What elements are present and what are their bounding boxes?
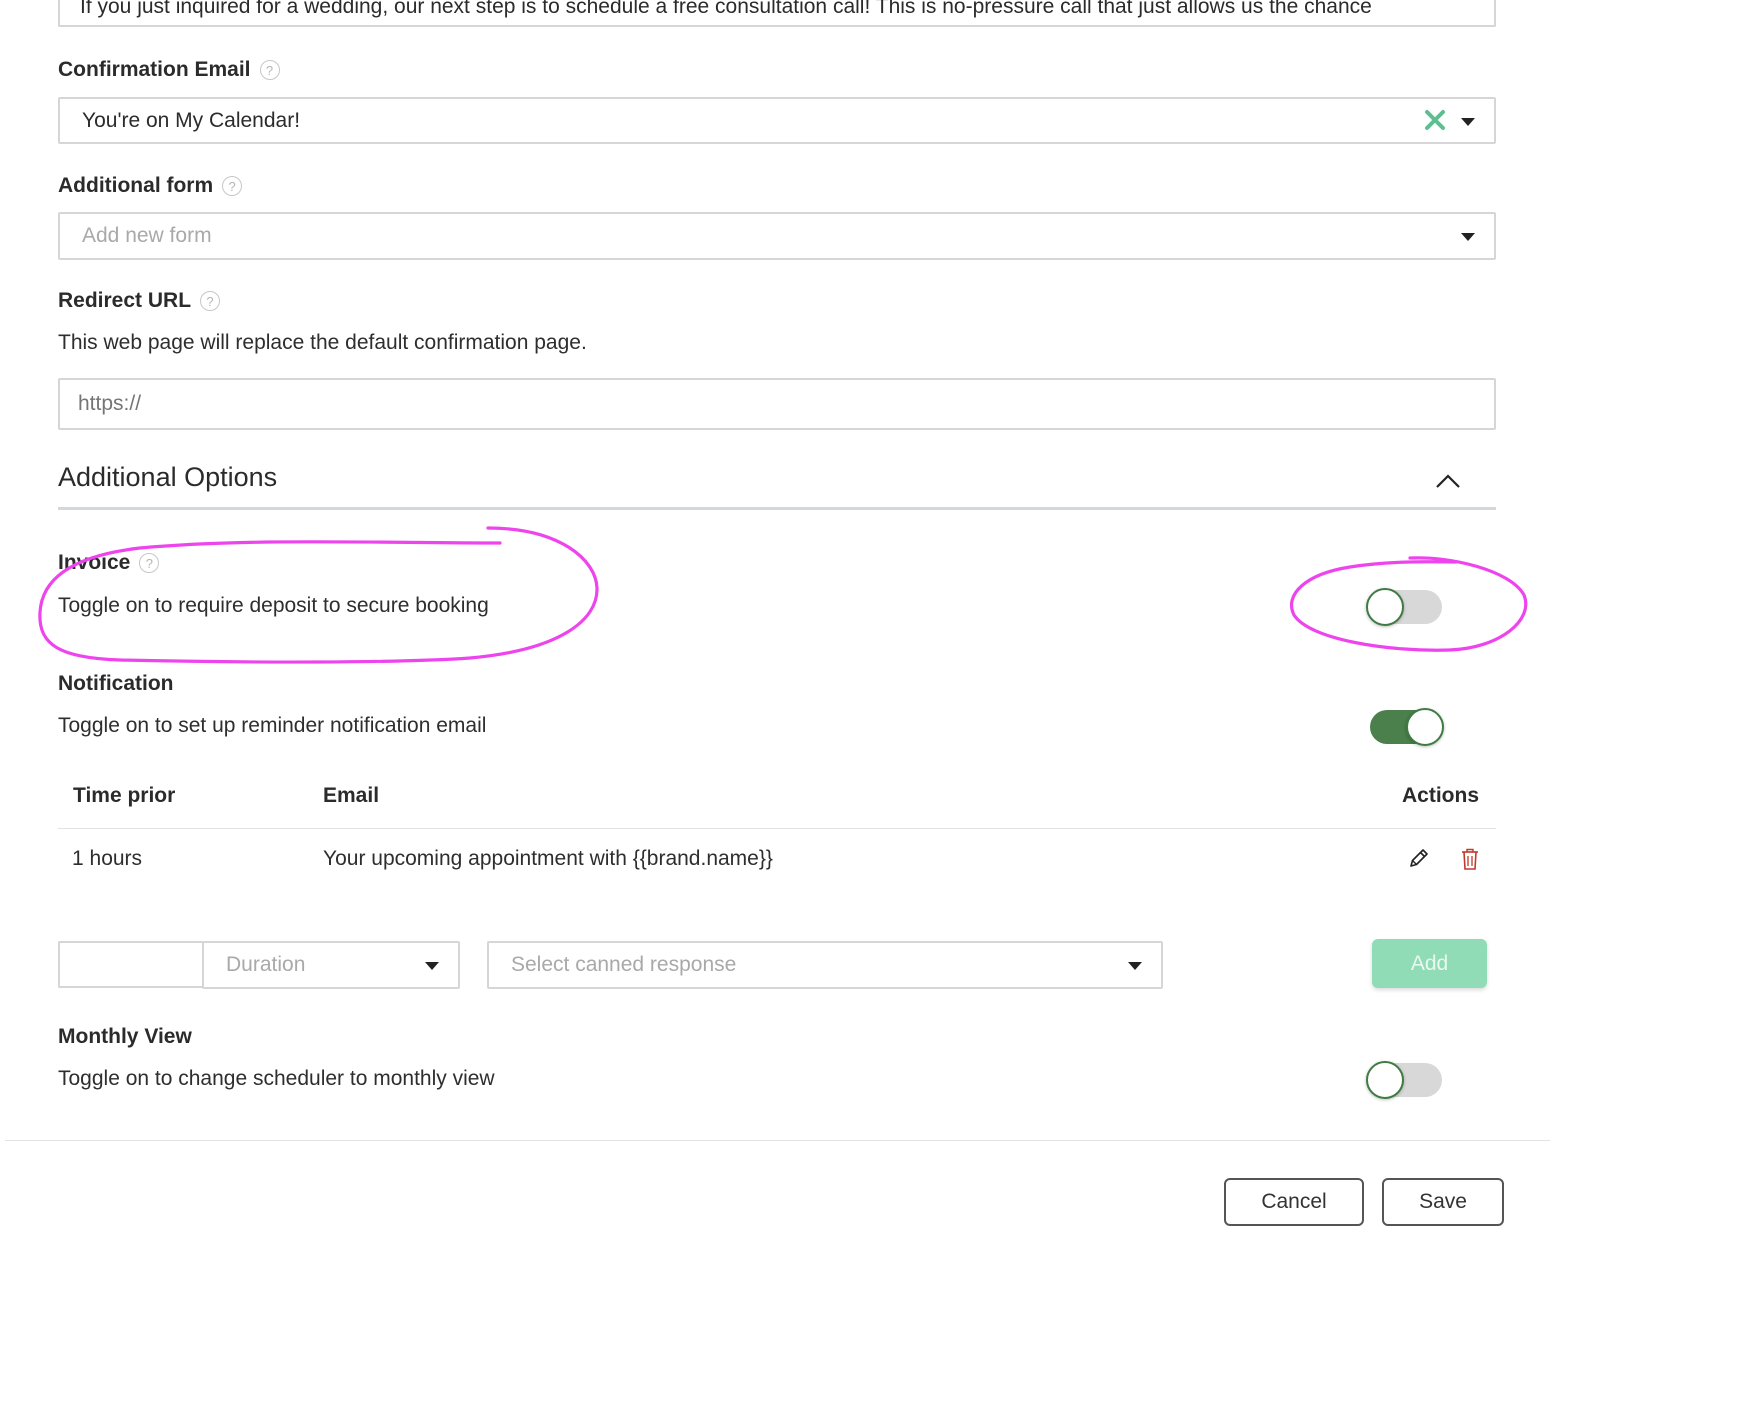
notification-description: Toggle on to set up reminder notificatio…: [58, 714, 487, 737]
help-icon[interactable]: ?: [200, 291, 221, 311]
chevron-down-icon[interactable]: [1461, 233, 1475, 241]
chevron-down-icon[interactable]: [1128, 962, 1142, 970]
column-header-actions: Actions: [1402, 784, 1480, 807]
chevron-down-icon[interactable]: [1461, 118, 1475, 126]
additional-form-label: Additional form ?: [58, 174, 243, 198]
confirmation-email-value: You're on My Calendar!: [82, 108, 301, 132]
monthly-view-description: Toggle on to change scheduler to monthly…: [58, 1067, 495, 1090]
delete-trash-icon[interactable]: [1461, 847, 1479, 876]
time-amount-input[interactable]: [58, 941, 204, 988]
redirect-url-input[interactable]: [58, 378, 1496, 430]
collapse-chevron-icon[interactable]: [1435, 472, 1461, 495]
notification-label: Notification: [58, 672, 174, 695]
time-prior-cell: 1 hours: [72, 847, 143, 870]
help-icon[interactable]: ?: [139, 553, 160, 573]
redirect-url-description: This web page will replace the default c…: [58, 331, 587, 354]
monthly-view-label: Monthly View: [58, 1025, 192, 1048]
additional-form-placeholder: Add new form: [82, 224, 212, 247]
column-header-email: Email: [323, 784, 380, 807]
footer-divider: [5, 1140, 1550, 1141]
add-reminder-button[interactable]: Add: [1372, 939, 1487, 988]
confirmation-email-select[interactable]: You're on My Calendar!: [58, 97, 1496, 144]
duration-placeholder: Duration: [226, 953, 306, 976]
toggle-knob: [1366, 588, 1404, 626]
toggle-knob: [1366, 1061, 1404, 1099]
invoice-description: Toggle on to require deposit to secure b…: [58, 594, 489, 617]
cancel-button[interactable]: Cancel: [1224, 1178, 1364, 1226]
invoice-label: Invoice ?: [58, 551, 160, 575]
confirmation-email-label: Confirmation Email ?: [58, 58, 280, 82]
canned-response-placeholder: Select canned response: [511, 953, 737, 976]
toggle-knob: [1406, 708, 1444, 746]
email-cell: Your upcoming appointment with {{brand.n…: [323, 847, 773, 870]
column-header-time-prior: Time prior: [73, 784, 176, 807]
additional-options-title: Additional Options: [58, 462, 278, 492]
invoice-toggle[interactable]: [1366, 588, 1442, 626]
save-button[interactable]: Save: [1382, 1178, 1504, 1226]
additional-form-select[interactable]: Add new form: [58, 212, 1496, 260]
monthly-view-toggle[interactable]: [1366, 1061, 1442, 1099]
section-divider: [58, 507, 1496, 510]
redirect-url-label: Redirect URL ?: [58, 289, 221, 313]
notification-toggle[interactable]: [1366, 708, 1444, 746]
message-text: If you just inquired for a wedding, our …: [80, 0, 1372, 18]
table-row: 1 hours Your upcoming appointment with {…: [58, 829, 1496, 891]
edit-pencil-icon[interactable]: [1408, 847, 1430, 874]
message-textarea[interactable]: If you just inquired for a wedding, our …: [58, 0, 1496, 27]
help-icon[interactable]: ?: [222, 176, 243, 196]
chevron-down-icon[interactable]: [425, 962, 439, 970]
help-icon[interactable]: ?: [259, 60, 280, 80]
clear-icon[interactable]: [1424, 108, 1446, 138]
canned-response-select[interactable]: Select canned response: [487, 941, 1163, 989]
duration-select[interactable]: Duration: [202, 941, 460, 989]
